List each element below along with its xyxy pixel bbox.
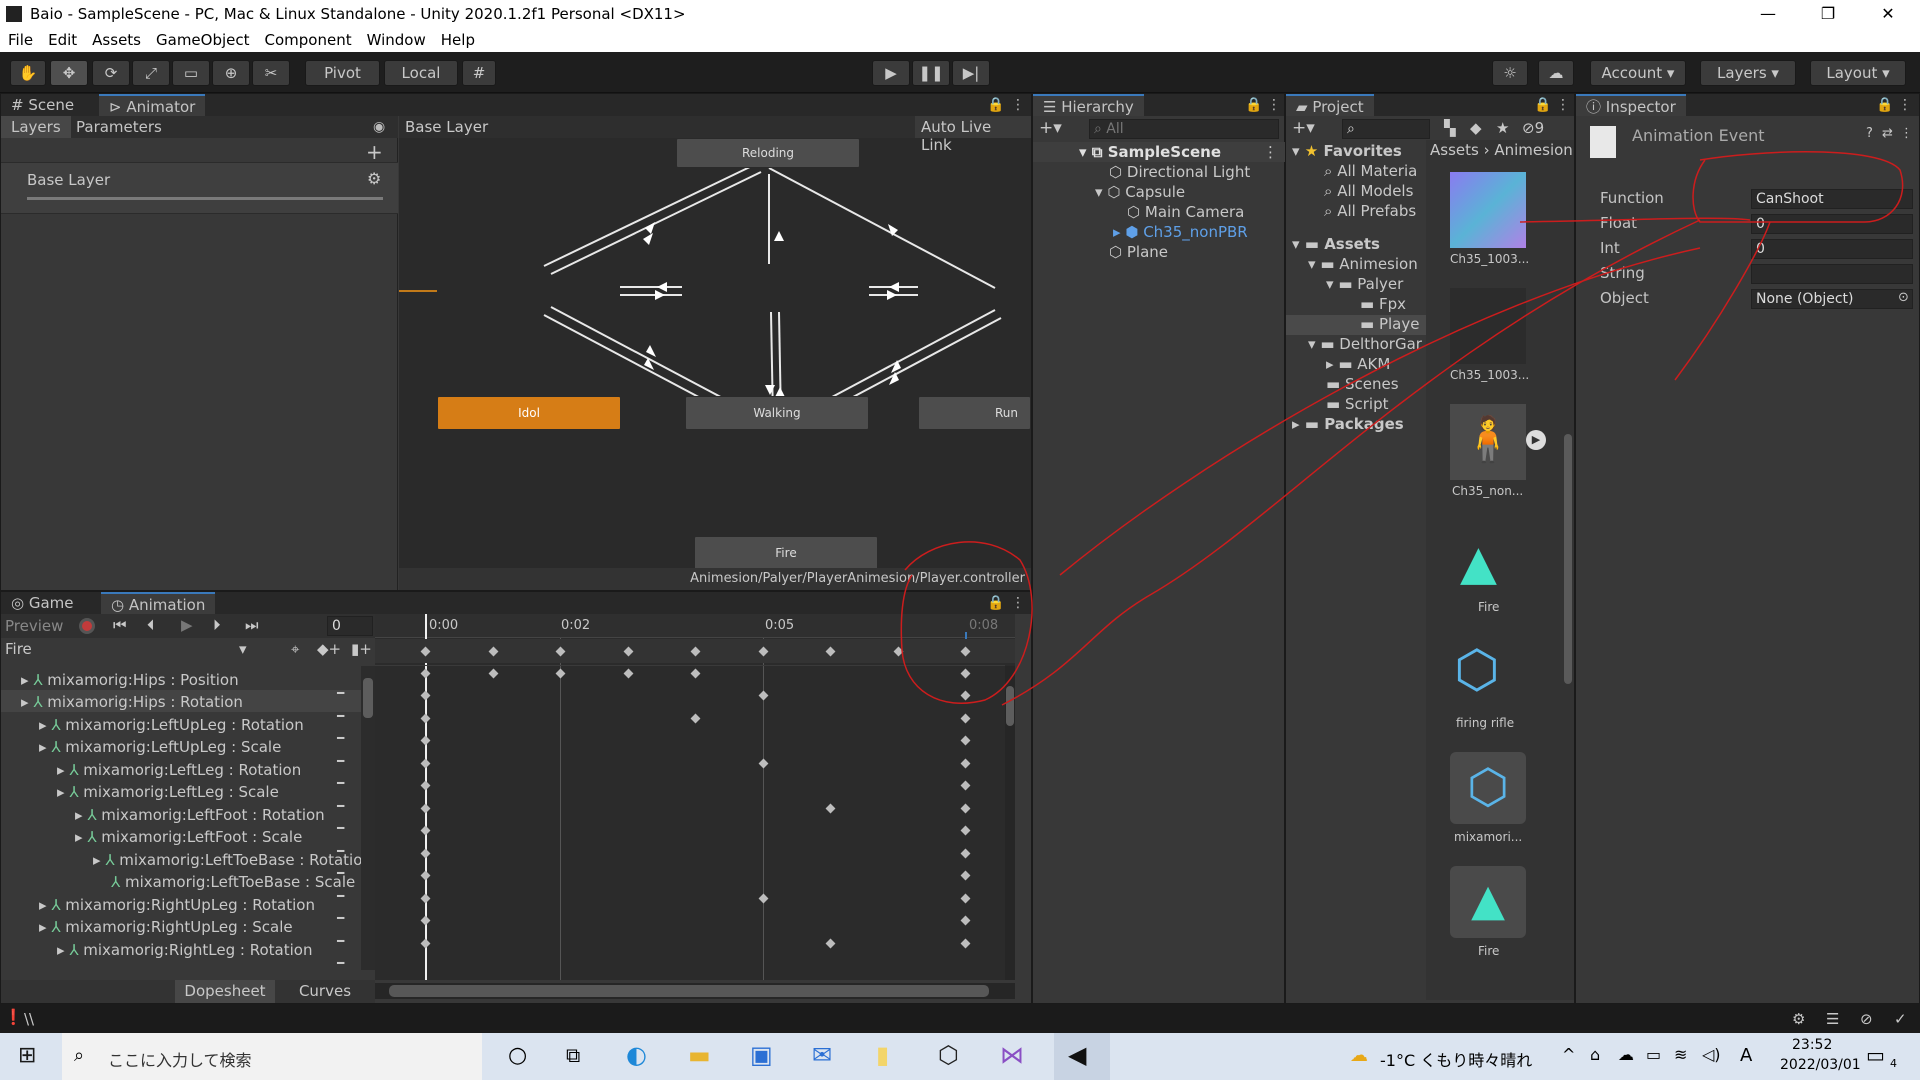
status-bar: ❗ \\ ⚙ ☰ ⊘ ✓ bbox=[0, 1004, 1920, 1033]
network-icon[interactable]: ⚙ bbox=[1792, 1010, 1805, 1028]
notification-icon[interactable]: ▭ bbox=[1866, 1043, 1885, 1067]
notification-count: 4 bbox=[1890, 1057, 1897, 1070]
onedrive-icon[interactable]: ☁ bbox=[1618, 1045, 1634, 1064]
tray-app-icon[interactable]: ⌂ bbox=[1590, 1045, 1600, 1064]
volume-icon[interactable]: ◁) bbox=[1702, 1045, 1721, 1064]
unity-editor-icon: ◀ bbox=[1068, 1041, 1087, 1069]
warning-icon[interactable]: ❗ bbox=[4, 1008, 23, 1026]
edge-icon[interactable]: ◐ bbox=[626, 1041, 647, 1069]
ime-indicator[interactable]: A bbox=[1740, 1045, 1752, 1066]
battery-icon[interactable]: ▭ bbox=[1646, 1045, 1661, 1064]
weather-text[interactable]: -1°C くもり時々晴れ bbox=[1380, 1047, 1532, 1071]
unity-hub-icon[interactable]: ⬡ bbox=[938, 1041, 959, 1069]
windows-start-icon[interactable]: ⊞ bbox=[18, 1043, 36, 1068]
visual-studio-icon[interactable]: ⋈ bbox=[1000, 1041, 1024, 1069]
taskbar-search-placeholder: ここに入力して検索 bbox=[108, 1051, 252, 1070]
taskbar-search[interactable]: ⌕ ここに入力して検索 bbox=[62, 1033, 482, 1080]
taskbar: ⊞ ⌕ ここに入力して検索 ○ ⧉ ◐ ▬ ▣ ✉ ▮ ⬡ ⋈ ◀ ☁ -1°C… bbox=[0, 1033, 1920, 1080]
annotation-overlay bbox=[900, 151, 1904, 706]
auto-generate-icon[interactable]: ⊘ bbox=[1860, 1010, 1873, 1028]
clock-time[interactable]: 23:52 bbox=[1792, 1037, 1832, 1053]
search-icon: ⌕ bbox=[74, 1045, 85, 1066]
tray-chevron-icon[interactable]: ^ bbox=[1562, 1045, 1575, 1064]
file-explorer-icon[interactable]: ▬ bbox=[688, 1041, 711, 1069]
check-icon[interactable]: ✓ bbox=[1894, 1010, 1907, 1028]
mail-icon[interactable]: ✉ bbox=[812, 1041, 832, 1069]
cortana-icon[interactable]: ○ bbox=[508, 1043, 527, 1068]
store-icon[interactable]: ▣ bbox=[750, 1041, 773, 1069]
task-view-icon[interactable]: ⧉ bbox=[566, 1043, 580, 1067]
sticky-notes-icon[interactable]: ▮ bbox=[876, 1041, 889, 1069]
unity-active-app[interactable]: ◀ bbox=[1054, 1033, 1110, 1080]
wifi-icon[interactable]: ≋ bbox=[1674, 1045, 1687, 1064]
clock-date[interactable]: 2022/03/01 bbox=[1780, 1057, 1861, 1073]
debug-icon[interactable]: ☰ bbox=[1826, 1010, 1839, 1028]
weather-icon: ☁ bbox=[1350, 1045, 1368, 1066]
status-text: \\ bbox=[24, 1010, 35, 1028]
